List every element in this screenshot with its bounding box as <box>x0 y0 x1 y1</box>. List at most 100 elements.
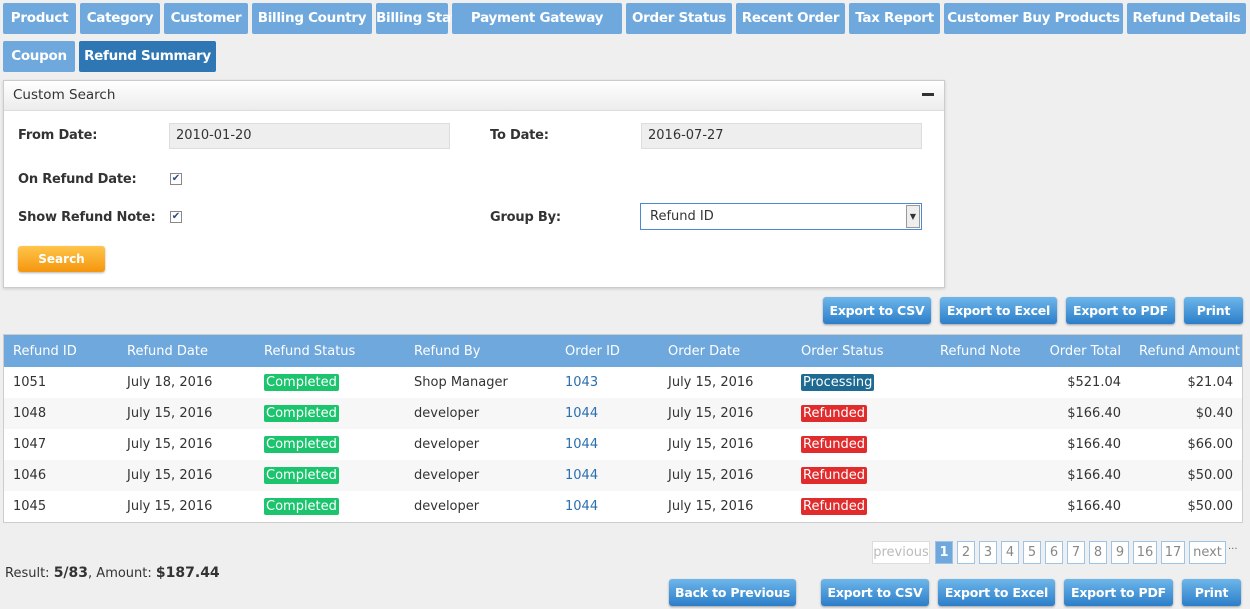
tab-category[interactable]: Category <box>80 3 160 34</box>
cell: 1046 <box>4 460 118 491</box>
pagination-page-5[interactable]: 5 <box>1023 541 1041 564</box>
tab-billing-country[interactable]: Billing Country <box>252 3 372 34</box>
tab-billing-state[interactable]: Billing State <box>376 3 466 34</box>
cell: $66.00 <box>1187 437 1234 452</box>
group-by-label: Group By: <box>490 210 561 225</box>
pagination-page-7[interactable]: 7 <box>1067 541 1085 564</box>
column-header[interactable]: Order Status <box>792 335 931 367</box>
cell: July 15, 2016 <box>118 398 255 429</box>
cell: July 15, 2016 <box>668 499 754 514</box>
from-date-label: From Date: <box>18 128 98 143</box>
cell: $166.40 <box>1067 437 1121 452</box>
cell: 1044 <box>556 398 659 429</box>
cell: Refunded <box>792 460 931 491</box>
cell: 1048 <box>4 398 118 429</box>
pagination-page-17[interactable]: 17 <box>1161 541 1185 564</box>
pagination-page-3[interactable]: 3 <box>979 541 997 564</box>
cell: $521.04 <box>1067 375 1121 390</box>
status-badge: Refunded <box>801 436 868 453</box>
cell: $166.40 <box>1025 398 1130 429</box>
show-refund-note-checkbox[interactable]: ✔ <box>170 211 182 223</box>
search-button[interactable]: Search <box>18 246 105 272</box>
tab-tax-report[interactable]: Tax Report <box>849 3 940 34</box>
column-header[interactable]: Refund Date <box>118 335 255 367</box>
on-refund-date-checkbox[interactable]: ✔ <box>170 173 182 185</box>
tab-payment-gateway[interactable]: Payment Gateway <box>452 3 622 34</box>
refund-table: Refund ID Refund Date Refund Status Refund … <box>4 335 1242 522</box>
pagination-page-8[interactable]: 8 <box>1089 541 1107 564</box>
column-header[interactable]: Refund Status <box>255 335 405 367</box>
column-header[interactable]: Order Total <box>1025 335 1130 367</box>
export-excel-button[interactable]: Export to Excel <box>940 297 1057 324</box>
export-csv-button[interactable]: Export to CSV <box>823 297 931 324</box>
to-date-input[interactable]: 2016-07-27 <box>641 123 922 149</box>
pagination-next[interactable]: next <box>1189 541 1226 564</box>
table-row: 1048 July 15, 2016 Completed developer 1044 J… <box>4 398 1242 429</box>
cell: Completed <box>255 460 405 491</box>
tab-customer-buy-products[interactable]: Customer Buy Products <box>944 3 1123 34</box>
back-to-previous-button[interactable]: Back to Previous <box>669 579 796 606</box>
print-button[interactable]: Print <box>1184 297 1243 324</box>
show-refund-note-label: Show Refund Note: <box>18 210 156 225</box>
pagination-page-4[interactable]: 4 <box>1001 541 1019 564</box>
cell <box>931 491 1025 522</box>
from-date-input[interactable]: 2010-01-20 <box>169 123 450 149</box>
tab-refund-summary[interactable]: Refund Summary <box>79 41 216 72</box>
column-header[interactable]: Refund ID <box>4 335 118 367</box>
collapse-icon[interactable] <box>922 93 934 96</box>
tab-coupon[interactable]: Coupon <box>3 41 75 72</box>
pagination-page-9[interactable]: 9 <box>1111 541 1129 564</box>
cell: 1043 <box>556 367 659 398</box>
order-link[interactable]: 1044 <box>565 437 598 452</box>
group-by-select[interactable]: Refund ID ▼ <box>640 203 922 230</box>
cell: $166.40 <box>1067 499 1121 514</box>
custom-search-panel: Custom Search From Date: 2010-01-20 To D… <box>3 80 945 288</box>
cell: Processing <box>792 367 931 398</box>
cell: July 15, 2016 <box>668 437 754 452</box>
tab-product[interactable]: Product <box>3 3 76 34</box>
column-header[interactable]: Order Date <box>659 335 792 367</box>
cell: $0.40 <box>1130 398 1242 429</box>
cell: developer <box>405 460 556 491</box>
pagination-page-6[interactable]: 6 <box>1045 541 1063 564</box>
export-pdf-button[interactable]: Export to PDF <box>1066 297 1175 324</box>
tab-order-status[interactable]: Order Status <box>626 3 732 34</box>
order-link[interactable]: 1044 <box>565 499 598 514</box>
amount-label: , Amount: <box>88 566 156 581</box>
cell: Refunded <box>792 491 931 522</box>
status-badge: Refunded <box>801 467 868 484</box>
tab-customer[interactable]: Customer <box>164 3 248 34</box>
cell <box>931 367 1025 398</box>
tab-refund-details[interactable]: Refund Details <box>1127 3 1246 34</box>
status-badge: Completed <box>264 498 339 515</box>
cell: $50.00 <box>1187 499 1234 514</box>
cell: 1044 <box>556 491 659 522</box>
status-badge: Processing <box>801 374 875 391</box>
pagination-previous[interactable]: previous <box>872 541 930 564</box>
column-header[interactable]: Order ID <box>556 335 659 367</box>
pagination-page-1[interactable]: 1 <box>935 541 953 564</box>
export-pdf-button-bottom[interactable]: Export to PDF <box>1064 579 1173 606</box>
cell <box>931 398 1025 429</box>
tab-recent-order[interactable]: Recent Order <box>736 3 845 34</box>
export-csv-button-bottom[interactable]: Export to CSV <box>821 579 929 606</box>
column-header[interactable]: Refund By <box>405 335 556 367</box>
status-badge: Refunded <box>801 405 868 422</box>
cell <box>931 429 1025 460</box>
column-header[interactable]: Refund Note <box>931 335 1025 367</box>
chevron-down-icon: ▼ <box>906 205 920 228</box>
pagination-more: ··· <box>1228 544 1238 555</box>
order-link[interactable]: 1044 <box>565 406 598 421</box>
pagination-page-2[interactable]: 2 <box>957 541 975 564</box>
table-row: 1046 July 15, 2016 Completed developer 1044 J… <box>4 460 1242 491</box>
order-link[interactable]: 1044 <box>565 468 598 483</box>
result-label: Result: <box>5 566 54 581</box>
print-button-bottom[interactable]: Print <box>1182 579 1241 606</box>
order-link[interactable]: 1043 <box>565 375 598 390</box>
cell: July 15, 2016 <box>118 460 255 491</box>
cell: Refunded <box>792 429 931 460</box>
export-excel-button-bottom[interactable]: Export to Excel <box>938 579 1055 606</box>
column-header[interactable]: Refund Amount <box>1130 335 1242 367</box>
status-badge: Completed <box>264 374 339 391</box>
pagination-page-16[interactable]: 16 <box>1133 541 1157 564</box>
